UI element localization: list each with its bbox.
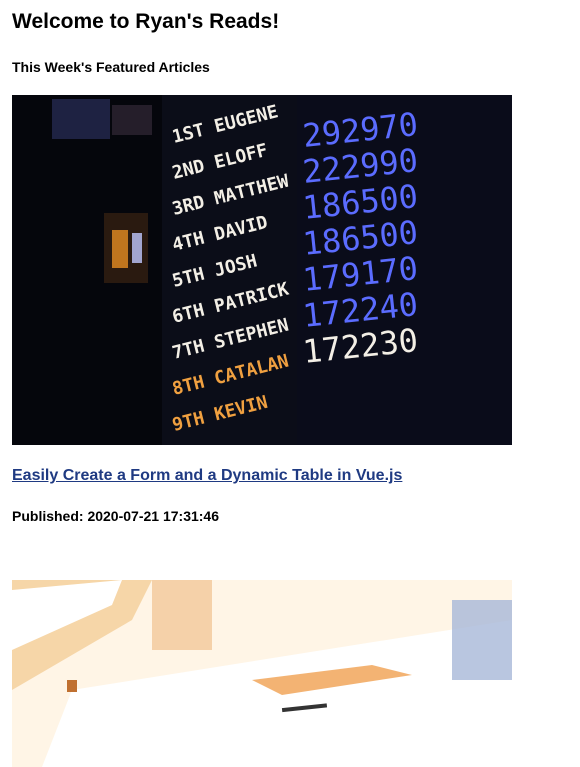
desk-photo xyxy=(12,580,512,767)
article-image-desk[interactable] xyxy=(12,580,512,767)
article-image-leaderboard[interactable]: 1ST EUGENE 292970 2ND ELOFF 222990 3RD MATTH… xyxy=(12,95,512,445)
article-title-link[interactable]: Easily Create a Form and a Dynamic Table… xyxy=(12,467,402,485)
published-label: Published: xyxy=(12,508,84,524)
published-date: Published: 2020-07-21 17:31:46 xyxy=(12,508,219,524)
page-title: Welcome to Ryan's Reads! xyxy=(12,10,280,33)
section-title: This Week's Featured Articles xyxy=(12,59,210,75)
published-value: 2020-07-21 17:31:46 xyxy=(87,508,219,524)
leaderboard-photo: 1ST EUGENE 2929702ND ELOFF 2229903RD MATTH… xyxy=(12,95,512,445)
